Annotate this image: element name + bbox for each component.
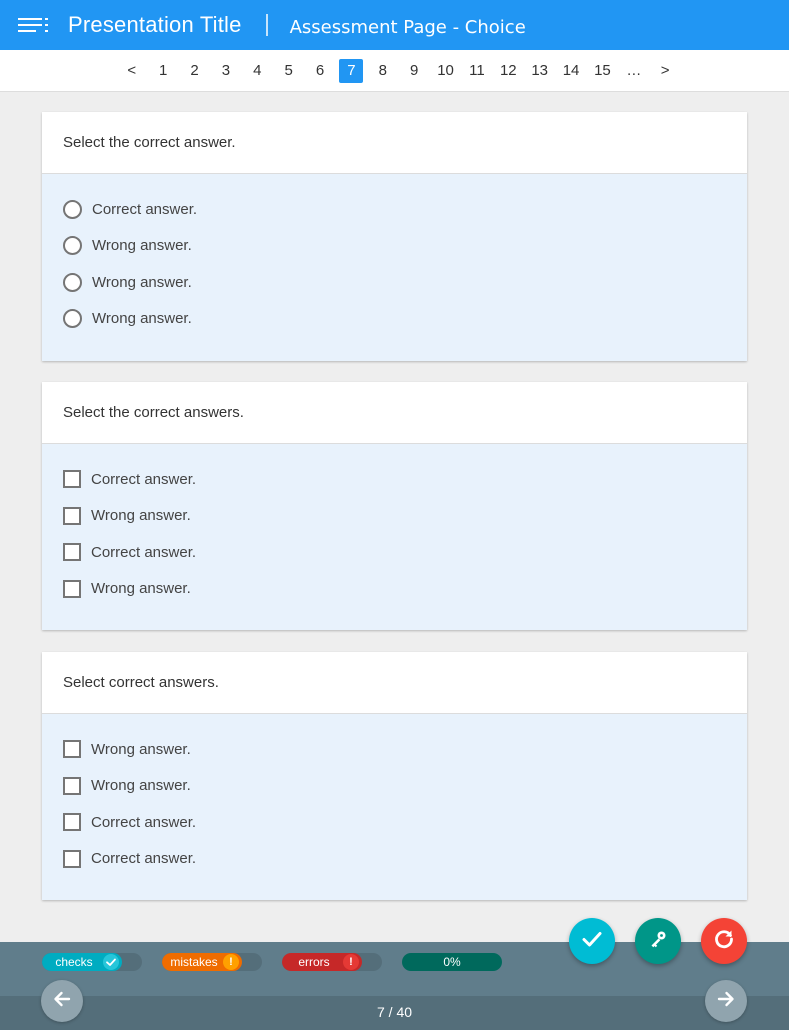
checkbox[interactable] (63, 849, 81, 868)
pager-page-10[interactable]: 10 (434, 59, 458, 83)
answer-label: Wrong answer. (91, 740, 191, 758)
answer-option[interactable]: Wrong answer. (63, 571, 747, 608)
radio-button[interactable] (63, 199, 82, 219)
pager-page-1[interactable]: 1 (151, 59, 175, 83)
check-icon (103, 954, 119, 970)
menu-icon[interactable] (18, 15, 48, 35)
answer-label: Correct answer. (91, 850, 197, 868)
arrow-left-icon (51, 988, 73, 1015)
answer-label: Correct answer. (91, 470, 197, 488)
previous-page-button[interactable] (41, 980, 83, 1022)
answer-option[interactable]: Correct answer. (63, 841, 747, 878)
question-card-3: Select correct answers. Wrong answer. Wr… (42, 652, 747, 900)
pager-page-9[interactable]: 9 (402, 59, 426, 83)
errors-label: errors (298, 955, 330, 969)
answer-option[interactable]: Correct answer. (63, 461, 747, 498)
answer-option[interactable]: Wrong answer. (63, 768, 747, 805)
key-icon (646, 927, 670, 956)
mistakes-indicator: mistakes ! (162, 953, 262, 971)
answer-label: Wrong answer. (91, 580, 191, 598)
checkbox[interactable] (63, 740, 81, 759)
show-solution-button[interactable] (635, 918, 681, 964)
checkbox[interactable] (63, 543, 81, 562)
answer-label: Correct answer. (91, 813, 197, 831)
pager-page-8[interactable]: 8 (371, 59, 395, 83)
next-page-button[interactable] (705, 980, 747, 1022)
answer-label: Wrong answer. (92, 237, 192, 255)
reset-button[interactable] (701, 918, 747, 964)
error-icon: ! (343, 954, 359, 970)
answer-option[interactable]: Wrong answer. (63, 301, 747, 338)
pager-page-11[interactable]: 11 (465, 59, 489, 83)
mistakes-label: mistakes (170, 955, 218, 969)
checks-indicator: checks (42, 953, 142, 971)
answer-label: Correct answer. (91, 543, 197, 561)
radio-button[interactable] (63, 236, 82, 256)
check-icon (579, 926, 605, 957)
refresh-icon (711, 926, 737, 957)
radio-button[interactable] (63, 309, 82, 329)
app-header: Presentation Title Assessment Page - Cho… (0, 0, 789, 50)
page-navigation: < 1 2 3 4 5 6 7 8 9 10 11 12 13 14 15 … … (0, 50, 789, 92)
page-counter: 7 / 40 (376, 1004, 413, 1020)
pager-page-5[interactable]: 5 (277, 59, 301, 83)
arrow-right-icon (715, 988, 737, 1015)
warning-icon: ! (223, 954, 239, 970)
answer-option[interactable]: Wrong answer. (63, 228, 747, 265)
checkbox[interactable] (63, 813, 81, 832)
progress-bar: 0% (402, 953, 502, 971)
checks-label: checks (55, 955, 93, 969)
pager-page-7-active[interactable]: 7 (339, 58, 364, 83)
pager-page-4[interactable]: 4 (245, 59, 269, 83)
page-title: Assessment Page - Choice (289, 16, 526, 38)
checkbox[interactable] (63, 506, 81, 525)
pager-page-12[interactable]: 12 (496, 59, 520, 83)
answer-option[interactable]: Wrong answer. (63, 731, 747, 768)
question-prompt: Select correct answers. (42, 652, 747, 714)
pager-page-13[interactable]: 13 (528, 59, 552, 83)
pager-page-15[interactable]: 15 (590, 59, 614, 83)
answer-label: Wrong answer. (91, 777, 191, 795)
radio-button[interactable] (63, 272, 82, 292)
answer-option[interactable]: Correct answer. (63, 534, 747, 571)
answer-option[interactable]: Correct answer. (63, 804, 747, 841)
checkbox[interactable] (63, 579, 81, 598)
pager-ellipsis[interactable]: … (622, 59, 646, 83)
checkbox[interactable] (63, 470, 81, 489)
presentation-title: Presentation Title (68, 12, 242, 37)
answer-option[interactable]: Wrong answer. (63, 498, 747, 535)
question-prompt: Select the correct answers. (42, 382, 747, 444)
answer-option[interactable]: Correct answer. (63, 191, 747, 228)
pager-page-14[interactable]: 14 (559, 59, 583, 83)
title-divider (265, 14, 268, 36)
errors-indicator: errors ! (282, 953, 382, 971)
checkbox[interactable] (63, 776, 81, 795)
pager-next[interactable]: > (653, 59, 677, 83)
answer-label: Wrong answer. (92, 273, 192, 291)
answer-label: Wrong answer. (91, 507, 191, 525)
pager-prev[interactable]: < (120, 59, 144, 83)
question-card-1: Select the correct answer. Correct answe… (42, 112, 747, 361)
answer-option[interactable]: Wrong answer. (63, 264, 747, 301)
pager-page-6[interactable]: 6 (308, 59, 332, 83)
answer-label: Wrong answer. (92, 310, 192, 328)
pager-page-3[interactable]: 3 (214, 59, 238, 83)
check-answers-button[interactable] (569, 918, 615, 964)
pager-page-2[interactable]: 2 (183, 59, 207, 83)
answer-label: Correct answer. (92, 200, 198, 218)
question-card-2: Select the correct answers. Correct answ… (42, 382, 747, 630)
question-prompt: Select the correct answer. (42, 112, 747, 174)
